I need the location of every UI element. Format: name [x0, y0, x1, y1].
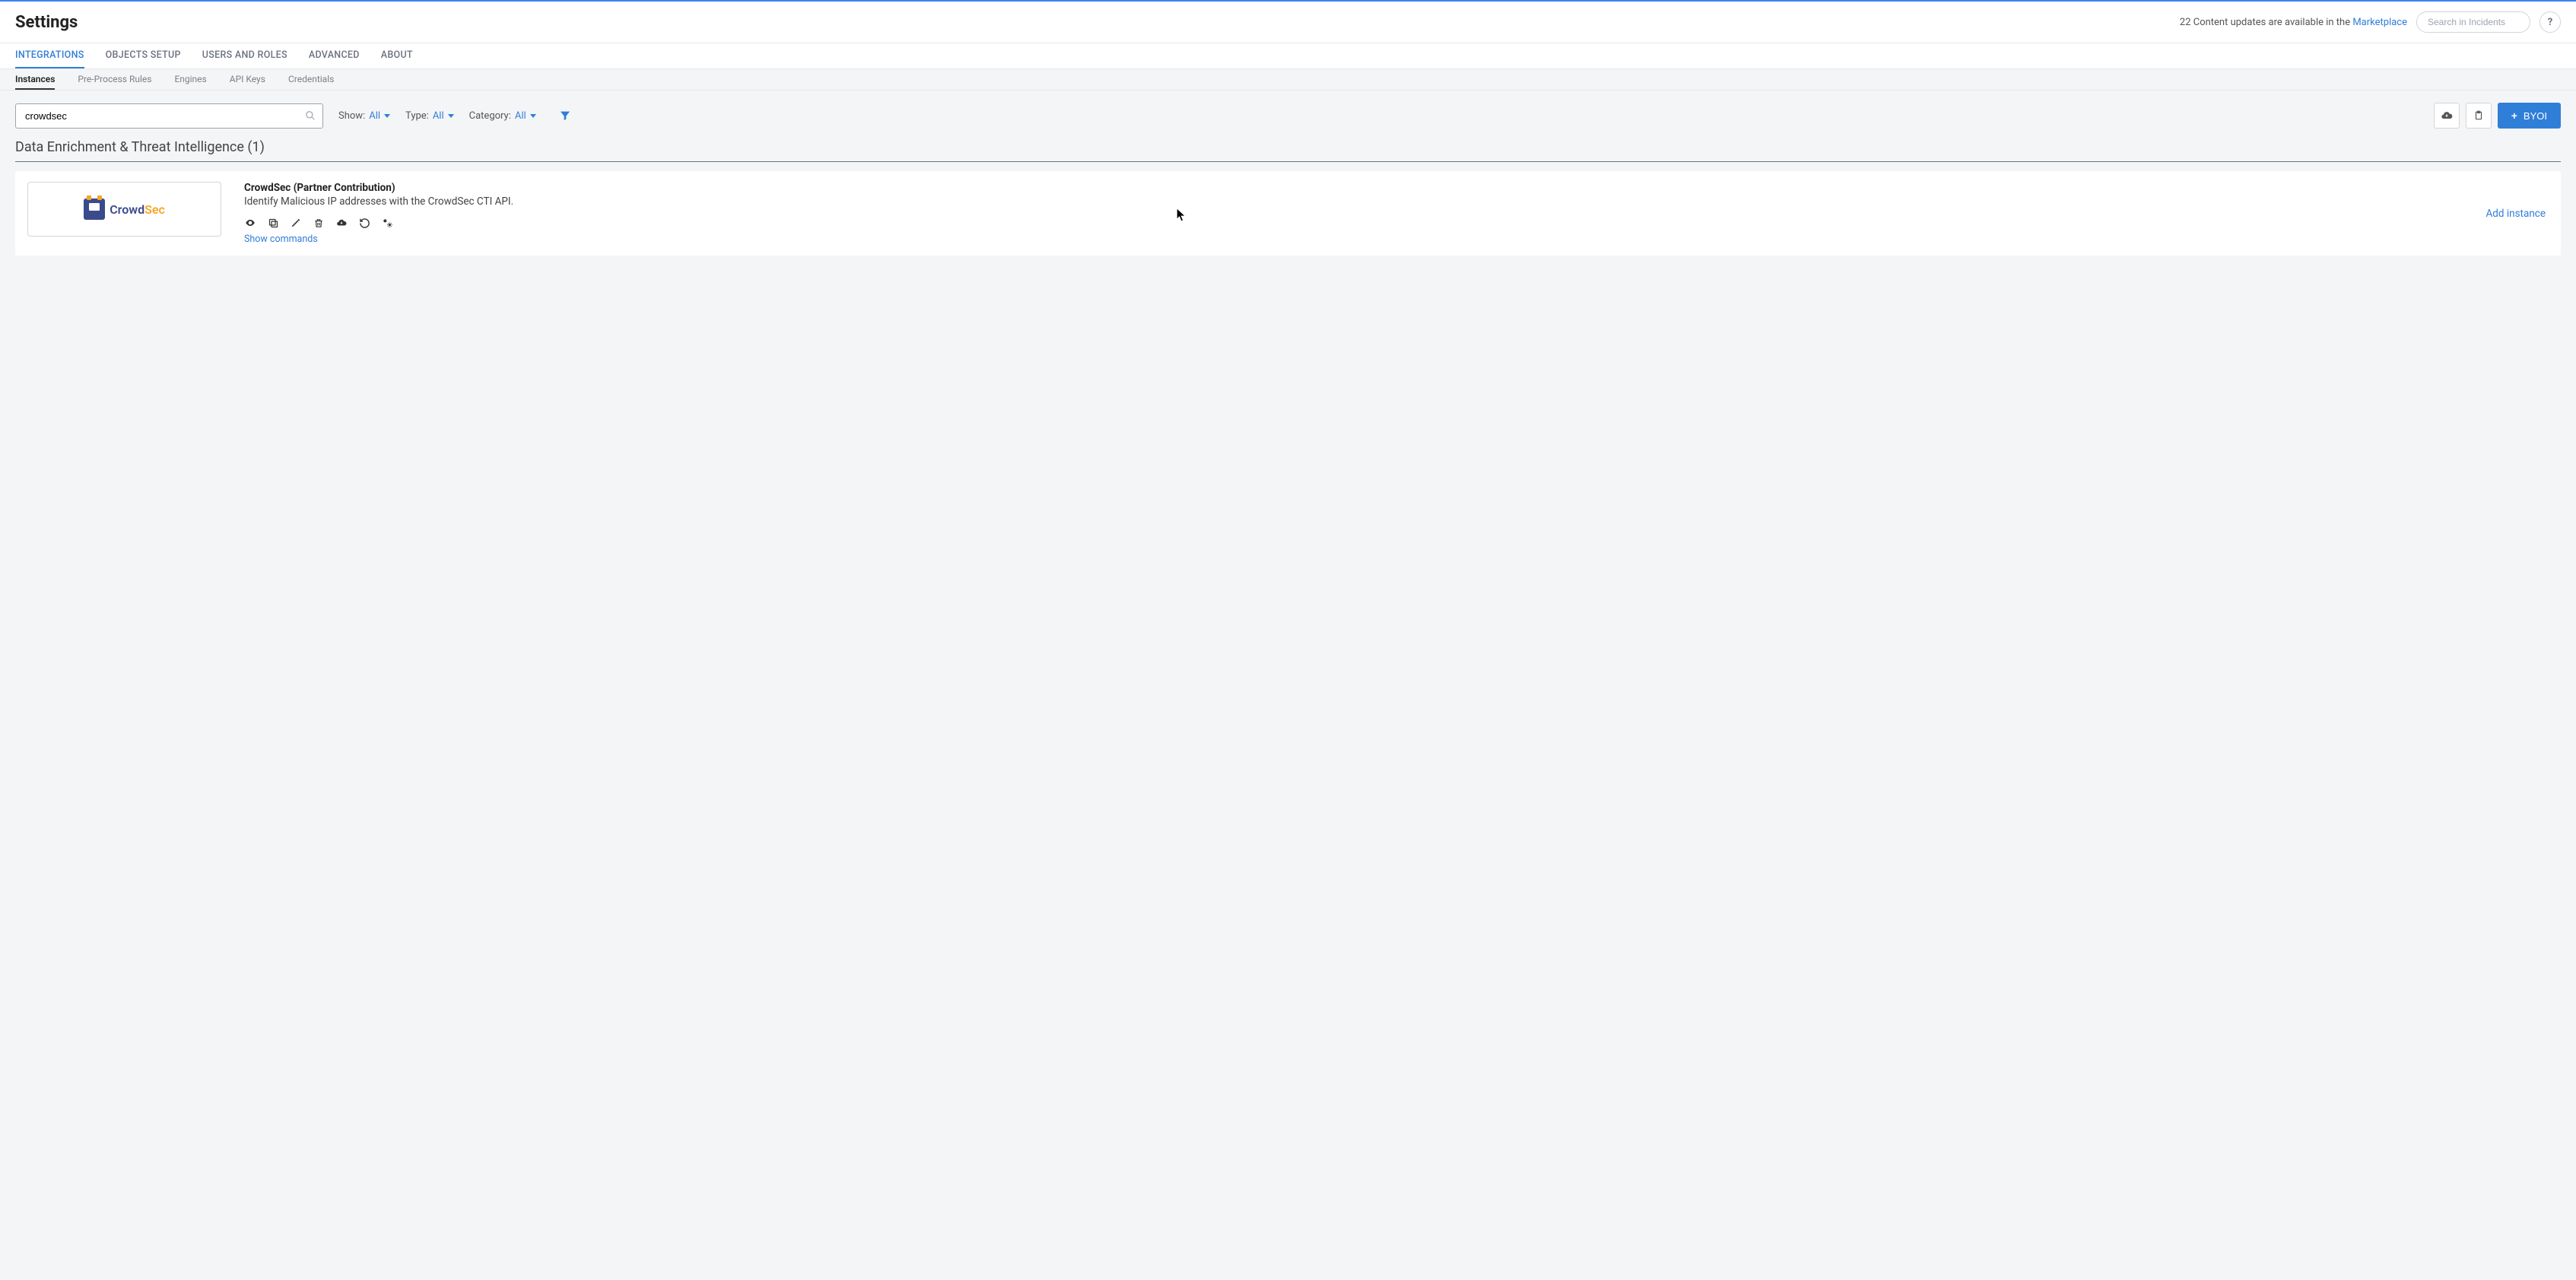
copy-icon[interactable] — [267, 217, 279, 229]
section-title: Data Enrichment & Threat Intelligence (1… — [0, 135, 2576, 160]
cloud-download-button[interactable] — [2434, 103, 2460, 129]
filter-category-label: Category: — [469, 110, 511, 122]
help-button[interactable]: ? — [2539, 11, 2561, 33]
clipboard-button[interactable] — [2466, 103, 2492, 129]
search-icon — [305, 110, 316, 121]
history-icon[interactable] — [358, 217, 370, 229]
plus-icon: + — [2511, 110, 2517, 122]
marketplace-link[interactable]: Marketplace — [2352, 17, 2407, 28]
subtab-preprocess-rules[interactable]: Pre-Process Rules — [78, 69, 151, 90]
gears-icon[interactable] — [381, 217, 393, 229]
caret-down-icon — [448, 114, 454, 118]
secondary-tabs: Instances Pre-Process Rules Engines API … — [0, 69, 2576, 91]
filter-show-label: Show: — [338, 110, 365, 122]
tab-about[interactable]: ABOUT — [381, 43, 413, 68]
search-incidents-input[interactable] — [2416, 11, 2530, 33]
filter-show[interactable]: Show: All — [338, 110, 390, 122]
filter-funnel-icon[interactable] — [559, 110, 571, 122]
filter-type-label: Type: — [405, 110, 429, 122]
subtab-instances[interactable]: Instances — [15, 69, 55, 90]
filter-category[interactable]: Category: All — [469, 110, 536, 122]
add-instance-link[interactable]: Add instance — [2485, 208, 2549, 220]
show-commands-link[interactable]: Show commands — [244, 233, 2463, 245]
caret-down-icon — [530, 114, 536, 118]
integration-description: Identify Malicious IP addresses with the… — [244, 195, 2463, 208]
cursor-icon — [1177, 208, 1187, 224]
subtab-api-keys[interactable]: API Keys — [230, 69, 265, 90]
subtab-credentials[interactable]: Credentials — [288, 69, 334, 90]
section-divider — [15, 161, 2561, 162]
integration-title: CrowdSec (Partner Contribution) — [244, 182, 2463, 194]
byoi-button[interactable]: + BYOI — [2498, 103, 2561, 129]
tab-integrations[interactable]: INTEGRATIONS — [15, 43, 84, 68]
tab-objects-setup[interactable]: OBJECTS SETUP — [106, 43, 181, 68]
filter-type[interactable]: Type: All — [405, 110, 454, 122]
page-title: Settings — [15, 13, 78, 32]
search-integrations-input[interactable] — [15, 103, 323, 129]
tab-users-and-roles[interactable]: USERS AND ROLES — [202, 43, 287, 68]
content-updates-text: 22 Content updates are available in the … — [2180, 17, 2407, 28]
view-icon[interactable] — [244, 217, 256, 229]
tab-advanced[interactable]: ADVANCED — [309, 43, 360, 68]
edit-icon[interactable] — [290, 217, 302, 229]
integration-logo: CrowdSec — [27, 182, 221, 237]
delete-icon[interactable] — [313, 217, 325, 229]
primary-tabs: INTEGRATIONS OBJECTS SETUP USERS AND ROL… — [0, 43, 2576, 69]
crowdsec-badge-icon — [84, 199, 105, 220]
cloud-icon[interactable] — [335, 217, 348, 229]
caret-down-icon — [384, 114, 390, 118]
integration-card: CrowdSec CrowdSec (Partner Contribution)… — [15, 171, 2561, 256]
subtab-engines[interactable]: Engines — [174, 69, 206, 90]
